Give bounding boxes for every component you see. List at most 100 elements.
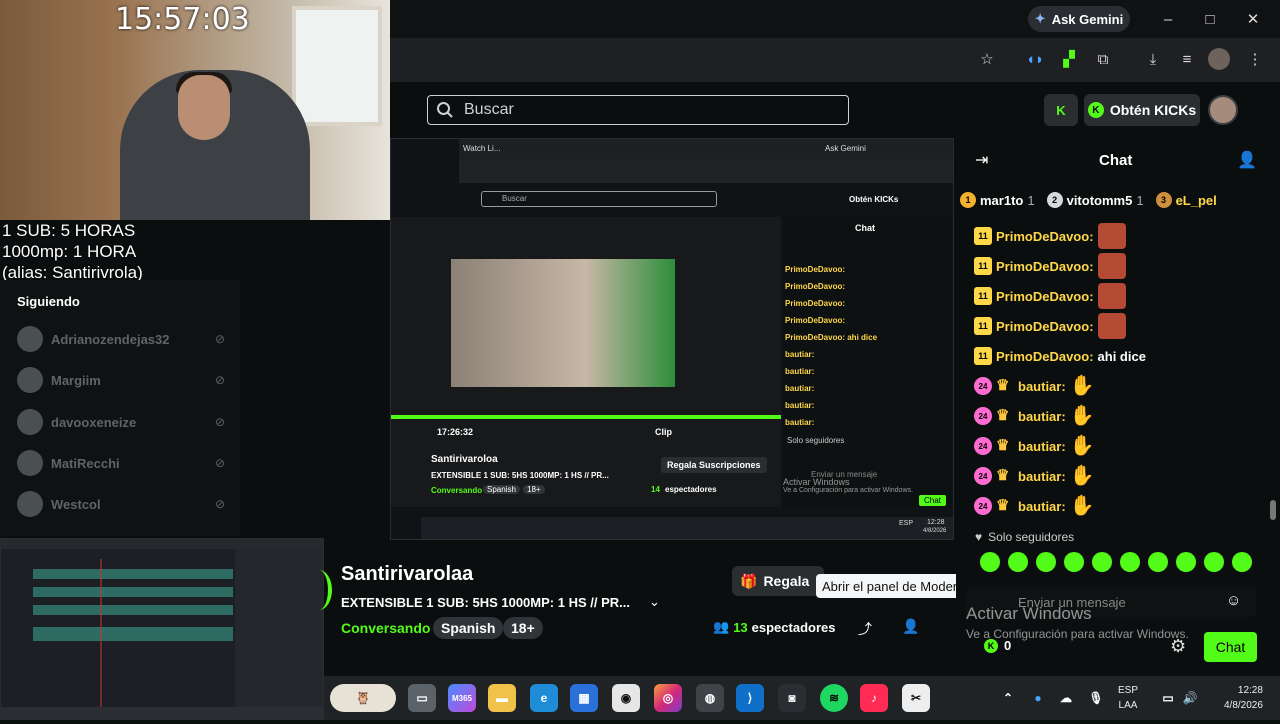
moderation-panel-icon[interactable]: 👤 — [902, 618, 919, 635]
live-avatar-ring[interactable] — [306, 570, 332, 610]
tag-age[interactable]: 18+ — [503, 617, 543, 639]
tray-time: 12:28 — [1237, 685, 1263, 696]
tray-app-icon[interactable]: ● — [1024, 684, 1052, 712]
offline-icon: ⊘ — [214, 373, 226, 387]
chat-username[interactable]: PrimoDeDavoo: — [996, 319, 1094, 334]
tray-overflow-icon[interactable]: ⌃ — [994, 684, 1022, 712]
onedrive-icon[interactable]: ☁ — [1052, 684, 1080, 712]
chat-username[interactable]: PrimoDeDavoo: — [996, 259, 1094, 274]
sub-badge-icon: 11 — [974, 257, 992, 275]
m365-icon[interactable]: M365 — [448, 684, 476, 712]
chevron-down-icon[interactable]: ⌄ — [649, 594, 660, 610]
extensions-puzzle-icon[interactable]: ⧉ — [1092, 48, 1114, 70]
sidebar-item-matirecchi[interactable]: MatiRecchi ⊘ — [17, 450, 227, 476]
chat-send-button[interactable]: Chat — [1204, 632, 1257, 662]
obs-icon[interactable]: ◍ — [696, 684, 724, 712]
emote-icon[interactable] — [1120, 552, 1140, 572]
sidebar-item-margiim[interactable]: Margiim ⊘ — [17, 367, 227, 393]
download-icon[interactable]: ⤓ — [1142, 48, 1164, 70]
sidebar-item-davooxeneize[interactable]: davooxeneize ⊘ — [17, 409, 227, 435]
emote-icon[interactable] — [1148, 552, 1168, 572]
kicks-balance[interactable]: K 0 — [984, 638, 1011, 653]
emote-icon[interactable] — [1232, 552, 1252, 572]
media-queue-icon[interactable]: ≡ — [1176, 48, 1198, 70]
viewers-icon: 👥 — [713, 619, 730, 634]
spotify-icon[interactable]: ≋ — [820, 684, 848, 712]
emote-quick-bar — [980, 552, 1258, 574]
emote-face-icon — [1097, 223, 1126, 249]
minimize-button[interactable]: – — [1156, 8, 1180, 30]
emote-hands-icon: ✋ — [1069, 375, 1095, 397]
nested-chat-msg: bautiar: — [785, 367, 815, 376]
chat-username[interactable]: PrimoDeDavoo: — [996, 349, 1094, 364]
chat-username[interactable]: bautiar: — [1018, 469, 1066, 484]
chat-username[interactable]: bautiar: — [1018, 499, 1066, 514]
emoji-picker-icon[interactable]: ☺ — [1226, 592, 1241, 609]
emote-icon[interactable] — [1008, 552, 1028, 572]
nested-viewers: 14 — [651, 485, 660, 494]
nested-viewers-label: espectadores — [665, 485, 717, 494]
task-view-icon[interactable]: ▭ — [408, 684, 436, 712]
leaderboard-name: vitotomm5 — [1066, 192, 1133, 208]
share-icon[interactable]: ⤴ — [858, 619, 872, 639]
emote-icon[interactable] — [1036, 552, 1056, 572]
viewer-count: 👥 13 espectadores — [713, 619, 835, 635]
chat-username[interactable]: bautiar: — [1018, 409, 1066, 424]
emote-icon[interactable] — [1092, 552, 1112, 572]
sidebar-item-westcol[interactable]: Westcol ⊘ — [17, 491, 227, 517]
bookmark-star-icon[interactable]: ☆ — [976, 48, 998, 70]
chrome-icon[interactable]: ◉ — [612, 684, 640, 712]
microphone-icon[interactable]: 🎙 — [1082, 684, 1110, 712]
extension-chart-icon[interactable]: ▞ — [1058, 48, 1080, 70]
search-input[interactable]: Buscar — [427, 95, 849, 125]
chat-username[interactable]: PrimoDeDavoo: — [996, 229, 1094, 244]
camera-app-icon[interactable]: ◙ — [778, 684, 806, 712]
nested-toolbar — [459, 159, 953, 183]
gift-subs-button[interactable]: 🎁 Regala — [732, 566, 824, 596]
followers-only-label: Solo seguidores — [988, 530, 1075, 544]
stream-category[interactable]: Conversando — [341, 620, 430, 636]
store-icon[interactable]: ▦ — [570, 684, 598, 712]
obten-kicks-button[interactable]: K Obtén KICKs — [1084, 94, 1200, 126]
user-avatar[interactable] — [1208, 95, 1238, 125]
edge-icon[interactable]: e — [530, 684, 558, 712]
maximize-button[interactable]: □ — [1198, 8, 1222, 30]
streamer-name[interactable]: Santirivarolaa — [341, 563, 473, 586]
emote-icon[interactable] — [1204, 552, 1224, 572]
ask-gemini-button[interactable]: ✦ Ask Gemini — [1028, 6, 1130, 32]
emote-icon[interactable] — [1176, 552, 1196, 572]
sidebar-item-adrianozendejas32[interactable]: Adrianozendejas32 ⊘ — [17, 326, 227, 352]
tray-language[interactable]: ESP LAA — [1118, 683, 1138, 713]
capcut-icon[interactable]: ✂ — [902, 684, 930, 712]
nested-chat-msg: bautiar: — [785, 418, 815, 427]
activate-windows-title: Activar Windows — [966, 604, 1092, 623]
extension-sound-icon[interactable]: ◖◗ — [1024, 48, 1046, 70]
close-button[interactable]: ✕ — [1241, 8, 1265, 30]
emote-icon[interactable] — [980, 552, 1000, 572]
chat-users-icon[interactable]: 👤 — [1237, 150, 1257, 170]
leaderboard-item[interactable]: 3 eL_pel — [1155, 192, 1217, 208]
volume-icon[interactable]: 🔊 — [1176, 684, 1204, 712]
avatar — [17, 450, 43, 476]
leaderboard-item[interactable]: 1 mar1to 1 — [960, 192, 1035, 208]
collapse-chat-icon[interactable]: ⇥ — [975, 150, 988, 170]
emote-icon[interactable] — [1064, 552, 1084, 572]
nested-tab: Watch Li... — [463, 144, 501, 153]
profile-avatar-icon[interactable] — [1208, 48, 1230, 70]
tag-language[interactable]: Spanish — [433, 617, 504, 639]
nested-tray-time: 12:28 — [927, 519, 945, 526]
file-explorer-icon[interactable]: ▬ — [488, 684, 516, 712]
vscode-icon[interactable]: ⟩ — [736, 684, 764, 712]
widgets-owl-icon[interactable]: 🦉 — [330, 684, 396, 712]
tray-clock[interactable]: 12:28 4/8/2026 — [1224, 683, 1263, 713]
browser-menu-icon[interactable]: ⋮ — [1244, 48, 1266, 70]
chat-username[interactable]: PrimoDeDavoo: — [996, 289, 1094, 304]
chat-scrollbar[interactable] — [1270, 500, 1276, 520]
instagram-icon[interactable]: ◎ — [654, 684, 682, 712]
tiktok-icon[interactable]: ♪ — [860, 684, 888, 712]
leaderboard-item[interactable]: 2 vitotomm5 1 — [1046, 192, 1144, 208]
chat-settings-gear-icon[interactable]: ⚙ — [1170, 636, 1186, 657]
chat-username[interactable]: bautiar: — [1018, 439, 1066, 454]
kick-logo-button[interactable]: K — [1044, 94, 1078, 126]
chat-username[interactable]: bautiar: — [1018, 379, 1066, 394]
